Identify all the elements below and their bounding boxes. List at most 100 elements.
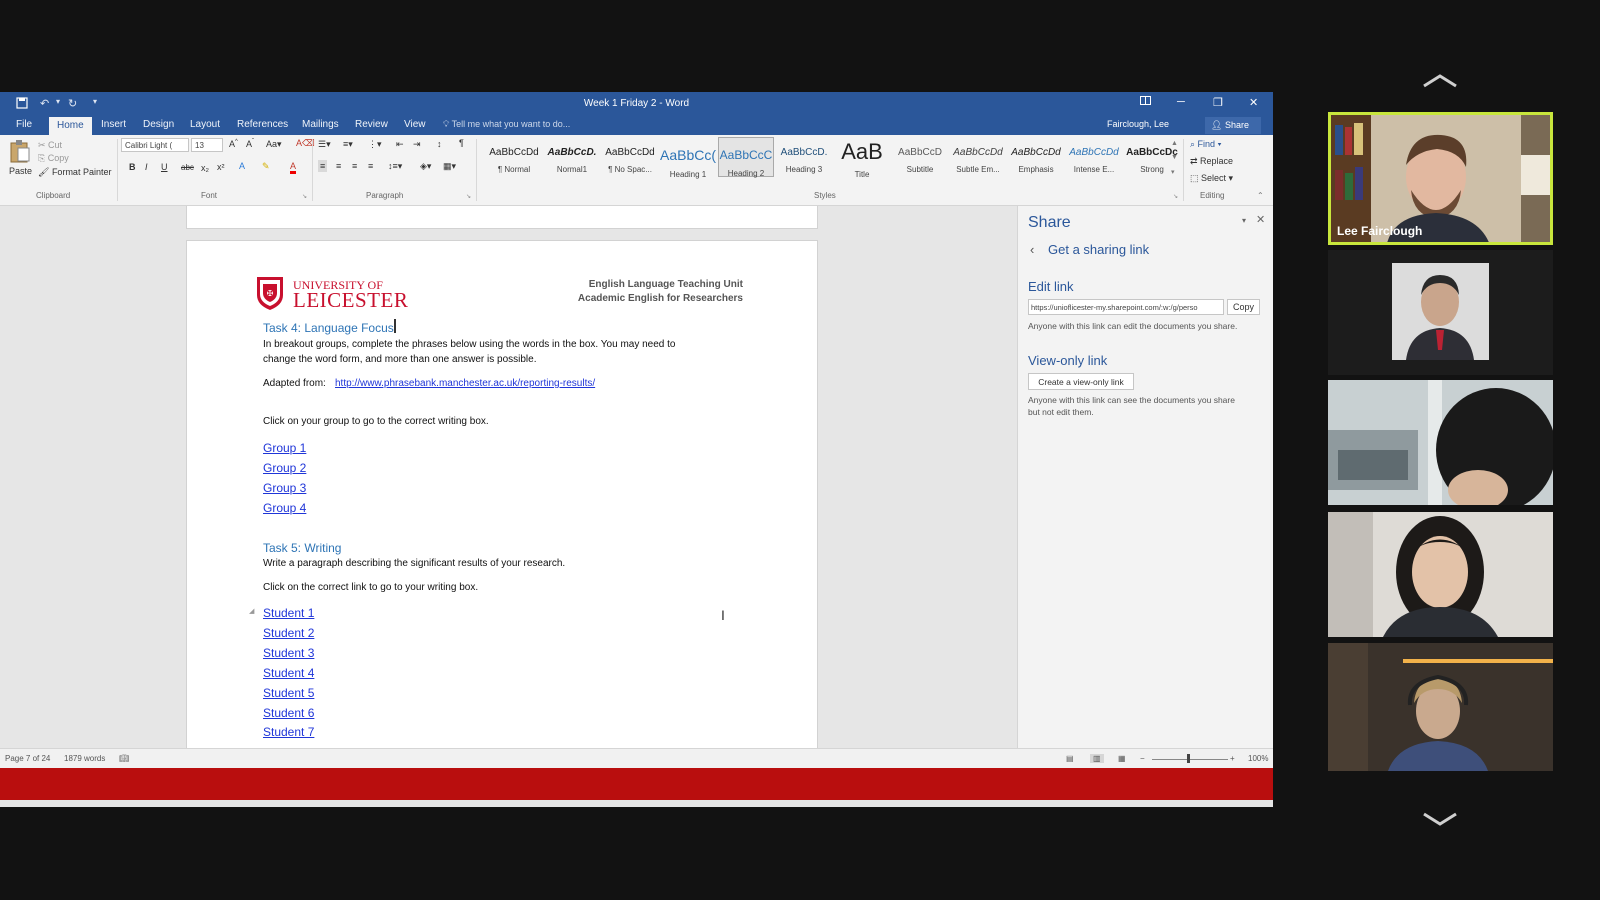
shrink-font-icon[interactable]: Aˇ	[246, 139, 254, 149]
zoom-slider[interactable]	[1152, 759, 1228, 760]
justify-icon[interactable]: ≡	[368, 161, 373, 171]
style-item[interactable]: AaBbCcD. Heading 3	[776, 137, 832, 177]
decrease-indent-icon[interactable]: ⇤	[396, 139, 404, 150]
copy-button[interactable]: ⎘ Copy	[38, 153, 69, 164]
minimize-icon[interactable]: ─	[1177, 96, 1185, 108]
borders-icon[interactable]: ▦▾	[443, 161, 456, 172]
group-link[interactable]: Group 1	[263, 441, 306, 455]
student-link[interactable]: Student 3	[263, 646, 314, 660]
create-view-only-link-button[interactable]: Create a view-only link	[1028, 373, 1134, 390]
close-icon[interactable]: ✕	[1249, 96, 1258, 109]
zoom-slider-thumb[interactable]	[1187, 754, 1190, 763]
collapse-ribbon-icon[interactable]: ⌃	[1257, 191, 1264, 200]
find-button[interactable]: ⌕ Find ▾	[1190, 139, 1221, 150]
align-left-icon[interactable]: ≡	[318, 160, 328, 172]
format-painter-button[interactable]: 🖌︎ Format Painter	[38, 167, 111, 178]
page-count[interactable]: Page 7 of 24	[5, 754, 50, 763]
styles-dialog-launcher-icon[interactable]: ↘	[1173, 193, 1178, 200]
styles-scroll-down-icon[interactable]: ▼	[1171, 154, 1178, 161]
style-item[interactable]: AaBbCcDd Intense E...	[1066, 137, 1122, 177]
increase-indent-icon[interactable]: ⇥	[413, 139, 421, 150]
tab-home[interactable]: Home	[49, 117, 92, 135]
cut-button[interactable]: ✂ Cut	[38, 140, 62, 151]
read-mode-icon[interactable]: ▤	[1066, 754, 1074, 763]
multilevel-list-icon[interactable]: ⋮▾	[368, 139, 382, 150]
strikethrough-icon[interactable]: abc	[181, 163, 194, 172]
shading-icon[interactable]: ◈▾	[420, 161, 431, 172]
select-button[interactable]: ⬚ Select ▾	[1190, 173, 1233, 184]
zoom-out-icon[interactable]: −	[1140, 754, 1145, 763]
restore-icon[interactable]: ❐	[1213, 96, 1223, 109]
group-link[interactable]: Group 3	[263, 481, 306, 495]
numbering-icon[interactable]: ≡▾	[343, 139, 353, 150]
copy-link-button[interactable]: Copy	[1227, 299, 1260, 315]
student-link[interactable]: Student 2	[263, 626, 314, 640]
style-item[interactable]: AaBbCcDd ¶ Normal	[486, 137, 542, 177]
group-link[interactable]: Group 4	[263, 501, 306, 515]
highlight-icon[interactable]: ✎	[262, 161, 270, 172]
font-name-select[interactable]: Calibri Light (	[121, 138, 189, 152]
styles-more-icon[interactable]: ▾	[1171, 168, 1175, 176]
participant-tile[interactable]	[1328, 250, 1553, 375]
subscript-icon[interactable]: x₂	[201, 163, 209, 173]
line-spacing-icon[interactable]: ↕≡▾	[388, 161, 402, 172]
participant-tile[interactable]	[1328, 380, 1553, 505]
show-marks-icon[interactable]: ¶	[459, 138, 464, 148]
align-right-icon[interactable]: ≡	[352, 161, 357, 171]
tab-references[interactable]: References	[237, 119, 288, 130]
tab-file[interactable]: File	[16, 119, 32, 130]
user-name[interactable]: Fairclough, Lee	[1107, 119, 1169, 129]
group-link[interactable]: Group 2	[263, 461, 306, 475]
underline-icon[interactable]: U	[161, 162, 168, 172]
paste-icon[interactable]	[9, 139, 31, 165]
style-item[interactable]: AaBbCc(Heading 1	[660, 137, 716, 179]
styles-scroll-up-icon[interactable]: ▲	[1171, 140, 1178, 147]
student-link[interactable]: Student 4	[263, 666, 314, 680]
back-arrow-icon[interactable]: ‹	[1030, 242, 1034, 257]
grow-font-icon[interactable]: A^	[229, 139, 238, 149]
phrasebank-link[interactable]: http://www.phrasebank.manchester.ac.uk/r…	[335, 378, 595, 389]
document-area[interactable]: ✠ UNIVERSITY OF LEICESTER English Langua…	[0, 206, 1017, 748]
print-layout-icon[interactable]: ▥	[1090, 754, 1104, 763]
ribbon-display-icon[interactable]	[1140, 96, 1151, 109]
pane-close-icon[interactable]: ✕	[1256, 213, 1265, 226]
task5-heading[interactable]: Task 5: Writing	[263, 541, 341, 555]
task4-heading[interactable]: Task 4: Language Focus	[263, 321, 394, 335]
bullets-icon[interactable]: ☰▾	[318, 139, 331, 150]
tab-view[interactable]: View	[404, 119, 426, 130]
font-color-icon[interactable]: A	[290, 161, 297, 174]
font-size-select[interactable]: 13	[191, 138, 223, 152]
word-count[interactable]: 1879 words	[64, 754, 105, 763]
pane-options-icon[interactable]: ▾	[1242, 216, 1246, 225]
paste-label[interactable]: Paste	[9, 166, 32, 176]
proofing-icon[interactable]: 📖︎	[119, 754, 129, 763]
paragraph-dialog-launcher-icon[interactable]: ↘	[466, 193, 471, 200]
style-item[interactable]: AaBbCcD Subtitle	[892, 137, 948, 177]
align-center-icon[interactable]: ≡	[336, 161, 341, 171]
student-link[interactable]: Student 7	[263, 725, 314, 739]
get-sharing-link[interactable]: Get a sharing link	[1048, 242, 1149, 257]
collapse-heading-icon[interactable]: ◢	[249, 607, 254, 615]
participant-tile-active[interactable]: Lee Fairclough	[1328, 112, 1553, 245]
tab-design[interactable]: Design	[143, 119, 174, 130]
student-link[interactable]: Student 5	[263, 686, 314, 700]
scroll-up-chevron-icon[interactable]	[1420, 70, 1460, 90]
tab-mailings[interactable]: Mailings	[302, 119, 339, 130]
style-item[interactable]: AaBbCcC Heading 2	[718, 137, 774, 178]
style-item[interactable]: AaBbCcDd Subtle Em...	[950, 137, 1006, 177]
tab-review[interactable]: Review	[355, 119, 388, 130]
edit-link-field[interactable]: https://unioflicester-my.sharepoint.com/…	[1028, 299, 1224, 315]
participant-tile[interactable]	[1328, 643, 1553, 771]
document-page[interactable]: ✠ UNIVERSITY OF LEICESTER English Langua…	[186, 240, 818, 748]
superscript-icon[interactable]: x²	[217, 162, 225, 172]
style-item[interactable]: AaB Title	[834, 137, 890, 179]
style-item[interactable]: AaBbCcD. Normal1	[544, 137, 600, 177]
style-item[interactable]: AaBbCcDd Emphasis	[1008, 137, 1064, 177]
participant-tile[interactable]	[1328, 512, 1553, 637]
student-link[interactable]: Student 6	[263, 706, 314, 720]
tab-layout[interactable]: Layout	[190, 119, 220, 130]
web-layout-icon[interactable]: ▦	[1118, 754, 1126, 763]
change-case-icon[interactable]: Aa▾	[266, 139, 282, 150]
bold-icon[interactable]: B	[129, 162, 136, 172]
student-link[interactable]: Student 1	[263, 606, 314, 620]
